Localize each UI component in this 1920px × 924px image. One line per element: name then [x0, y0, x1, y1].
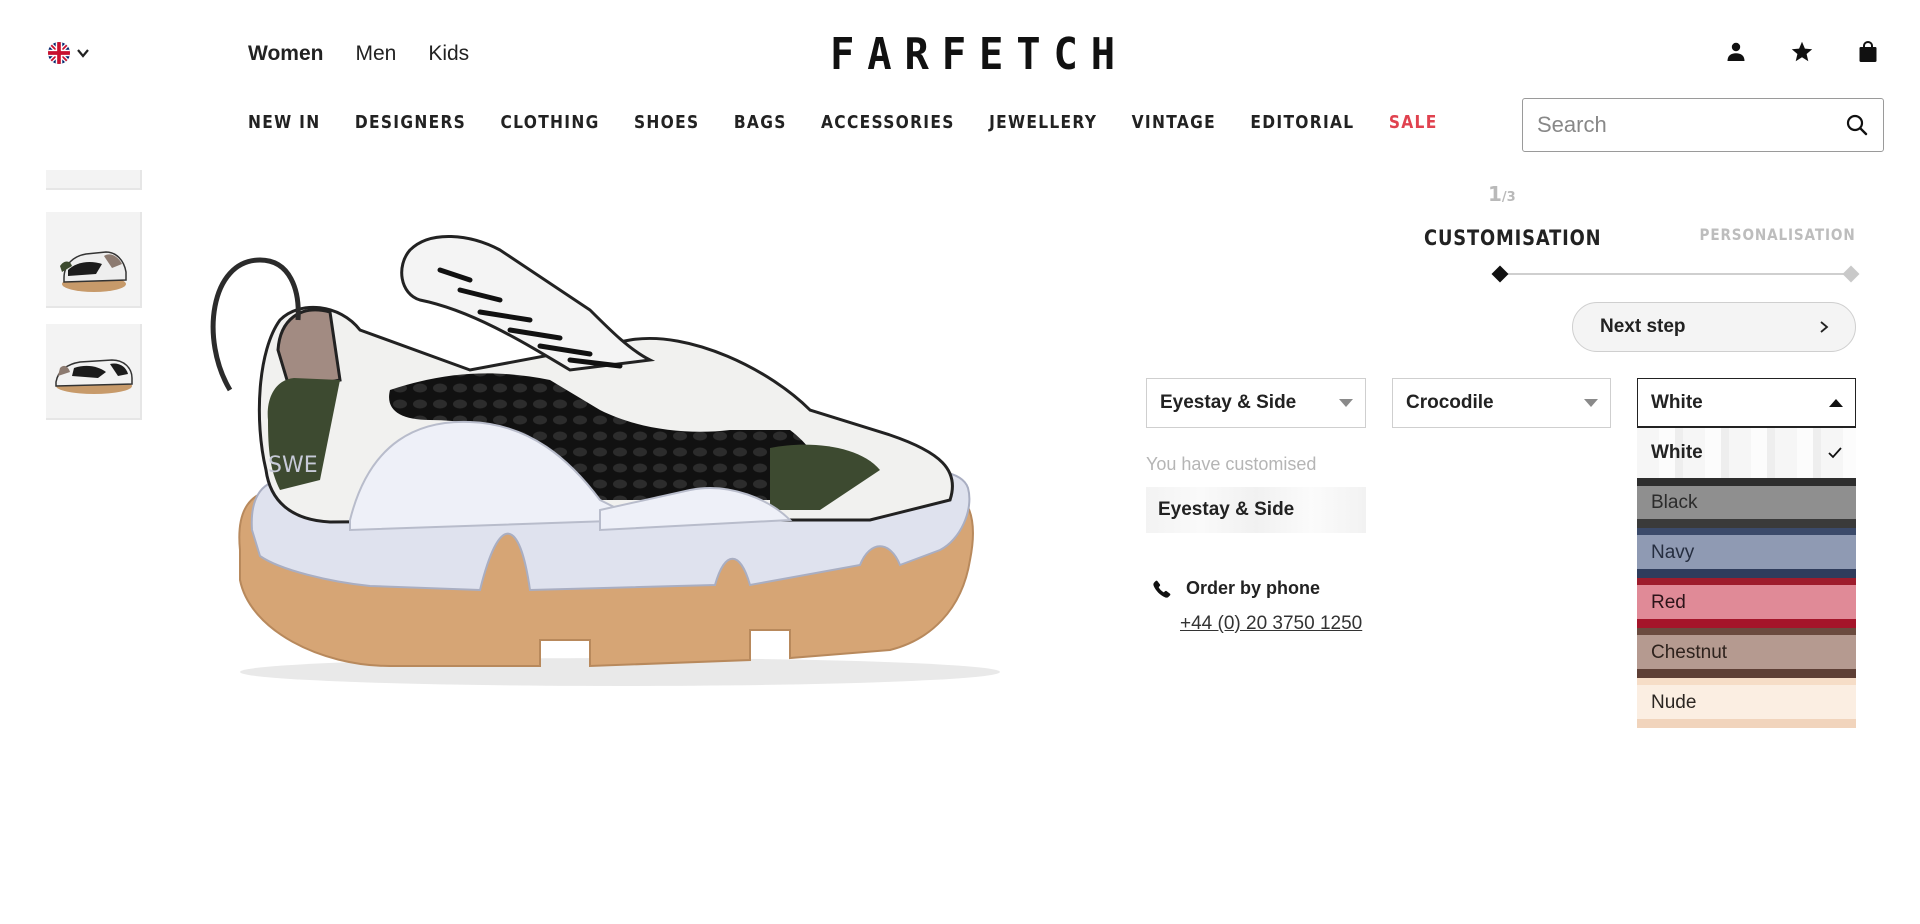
phone-icon [1153, 580, 1171, 598]
step-counter: 1/3 [1488, 182, 1516, 206]
order-by-phone: Order by phone [1152, 578, 1320, 599]
step-current: 1 [1488, 182, 1502, 206]
thumbnail-2[interactable] [46, 212, 142, 308]
nav-vintage[interactable]: VINTAGE [1132, 112, 1216, 133]
step-total: /3 [1501, 190, 1516, 205]
shopping-bag-icon[interactable] [1856, 40, 1880, 64]
nav-clothing[interactable]: CLOTHING [501, 112, 600, 133]
checkmark-icon [1828, 447, 1842, 459]
colour-option-nude[interactable]: Nude [1637, 678, 1856, 728]
search-icon[interactable] [1845, 113, 1869, 137]
customised-label: You have customised [1146, 454, 1317, 474]
step-progress-line [1500, 273, 1852, 275]
colour-select[interactable]: White [1637, 378, 1856, 428]
material-select[interactable]: Crocodile [1392, 378, 1611, 428]
caret-down-icon [1339, 399, 1353, 407]
farfetch-logo[interactable]: FARFETCH [830, 33, 1115, 77]
nav-shoes[interactable]: SHOES [634, 112, 699, 133]
shoe-thumbnail-image [55, 359, 133, 394]
next-step-label: Next step [1600, 316, 1686, 337]
step-marker-current [1491, 265, 1509, 283]
caret-down-icon [1584, 399, 1598, 407]
nav-bags[interactable]: BAGS [734, 112, 787, 133]
part-select-value: Eyestay & Side [1160, 392, 1297, 413]
category-nav: NEW IN DESIGNERS CLOTHING SHOES BAGS ACC… [248, 112, 1438, 133]
locale-selector[interactable] [48, 42, 90, 64]
search-box [1522, 98, 1884, 152]
colour-option-navy[interactable]: Navy [1637, 528, 1856, 578]
wishlist-star-icon[interactable] [1790, 40, 1814, 64]
uk-flag-icon [48, 42, 70, 64]
part-select[interactable]: Eyestay & Side [1146, 378, 1366, 428]
gender-nav: Women Men Kids [248, 42, 469, 66]
colour-option-white[interactable]: White [1637, 428, 1856, 478]
account-icon[interactable] [1724, 40, 1748, 64]
colour-option-chestnut[interactable]: Chestnut [1637, 628, 1856, 678]
shoe-thumbnail-image [60, 251, 127, 292]
chevron-down-icon [77, 49, 89, 58]
phone-number-link[interactable]: +44 (0) 20 3750 1250 [1180, 613, 1362, 635]
colour-option-label: Black [1651, 492, 1698, 513]
next-step-button[interactable]: Next step [1572, 302, 1856, 352]
chevron-right-icon [1820, 321, 1829, 333]
colour-select-value: White [1651, 391, 1703, 413]
header-actions [1724, 40, 1880, 64]
step-marker-end [1842, 265, 1860, 283]
nav-new-in[interactable]: NEW IN [248, 112, 320, 133]
colour-option-black[interactable]: Black [1637, 478, 1856, 528]
svg-text:SWE: SWE [268, 453, 318, 478]
search-input[interactable] [1537, 112, 1845, 138]
thumbnail-1[interactable] [46, 170, 142, 190]
colour-option-red[interactable]: Red [1637, 578, 1856, 628]
colour-option-label: White [1651, 442, 1703, 463]
colour-option-label: Nude [1651, 692, 1697, 713]
colour-option-label: Chestnut [1651, 642, 1728, 663]
nav-women[interactable]: Women [248, 42, 323, 66]
nav-accessories[interactable]: ACCESSORIES [821, 112, 955, 133]
colour-option-label: Red [1651, 592, 1686, 613]
colour-option-label: Navy [1651, 542, 1695, 563]
nav-jewellery[interactable]: JEWELLERY [989, 112, 1097, 133]
customised-item-chip[interactable]: Eyestay & Side [1146, 487, 1366, 533]
material-select-value: Crocodile [1406, 392, 1494, 413]
caret-up-icon [1829, 398, 1843, 407]
order-by-phone-label: Order by phone [1186, 578, 1321, 598]
next-step-title: PERSONALISATION [1699, 225, 1856, 244]
nav-men[interactable]: Men [355, 42, 396, 66]
nav-designers[interactable]: DESIGNERS [355, 112, 466, 133]
nav-editorial[interactable]: EDITORIAL [1250, 112, 1354, 133]
step-title: CUSTOMISATION [1424, 226, 1602, 250]
thumbnail-3[interactable] [46, 324, 142, 420]
colour-dropdown-list: White Black Navy Red Chestnut Nude [1637, 428, 1856, 728]
nav-sale[interactable]: SALE [1389, 112, 1438, 133]
nav-kids[interactable]: Kids [428, 42, 469, 66]
product-image-sneaker: SWE [210, 234, 1000, 686]
